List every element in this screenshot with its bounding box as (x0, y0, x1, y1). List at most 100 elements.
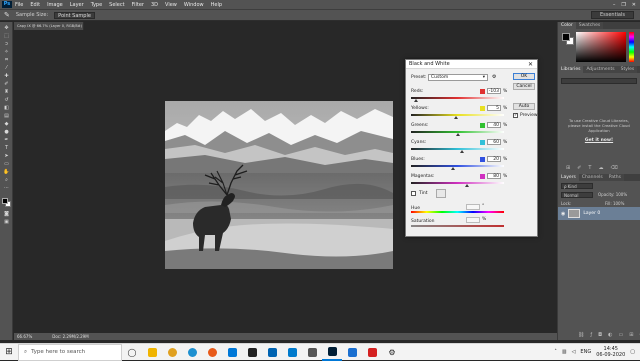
layer-opacity[interactable]: Opacity: 100% (598, 192, 627, 197)
move-tool-icon[interactable]: ✥ (3, 26, 10, 31)
tab-libraries[interactable]: Libraries (558, 66, 584, 73)
foreground-color-swatch[interactable] (2, 198, 8, 204)
new-group-icon[interactable]: ▭ (618, 332, 623, 338)
hue-field[interactable] (466, 204, 480, 210)
screen-mode-icon[interactable]: ▣ (3, 220, 10, 225)
tray-arrow-icon[interactable]: ˄ (554, 349, 557, 355)
eraser-tool-icon[interactable]: ◧ (3, 106, 10, 111)
cancel-button[interactable]: Cancel (513, 83, 535, 90)
marquee-tool-icon[interactable]: ⬚ (3, 34, 10, 39)
preview-check-icon[interactable]: ✓ (513, 113, 518, 118)
store-icon[interactable] (262, 344, 282, 361)
menu-layer[interactable]: Layer (70, 2, 84, 8)
channel-slider[interactable] (411, 165, 504, 167)
layer-style-icon[interactable]: ƒ (590, 332, 592, 338)
close-icon[interactable]: ✕ (528, 60, 533, 69)
get-it-now-link[interactable]: Get it now! (566, 138, 632, 143)
zoom-level[interactable]: 66.67% (17, 334, 32, 339)
eyedropper-tool-icon[interactable]: ✎ (4, 11, 10, 19)
hand-tool-icon[interactable]: ✋ (3, 170, 10, 175)
channel-value-input[interactable]: 80 (487, 173, 501, 179)
library-trash-icon[interactable]: ⌫ (610, 165, 617, 171)
gradient-tool-icon[interactable]: ▤ (3, 114, 10, 119)
settings-gear-icon[interactable]: ⚙ (382, 344, 402, 361)
path-select-icon[interactable]: ➤ (3, 154, 10, 159)
menu-type[interactable]: Type (91, 2, 102, 8)
channel-value-input[interactable]: -103 (487, 88, 501, 94)
menu-help[interactable]: Help (211, 2, 222, 8)
layers-kind-filter[interactable]: ρ Kind (561, 183, 593, 189)
quick-select-tool-icon[interactable]: ✧ (3, 50, 10, 55)
menu-image[interactable]: Image (47, 2, 63, 8)
clock[interactable]: 14:45 06-09-2020 (596, 346, 625, 358)
tab-styles[interactable]: Styles (617, 66, 638, 73)
history-brush-icon[interactable]: ↺ (3, 98, 10, 103)
mail-icon[interactable] (222, 344, 242, 361)
windows-start-icon[interactable]: ⊞ (0, 344, 18, 361)
menu-view[interactable]: View (165, 2, 177, 8)
eyedropper-icon[interactable]: ⁄ (3, 66, 10, 71)
channel-slider-knob[interactable] (453, 116, 458, 119)
notifications-icon[interactable]: ▢ (630, 349, 635, 355)
hue-slider[interactable] (411, 211, 504, 213)
channel-slider-knob[interactable] (464, 184, 469, 187)
dialog-titlebar[interactable]: Black and White ✕ (406, 60, 537, 69)
chrome-icon[interactable] (162, 344, 182, 361)
library-brush-icon[interactable]: ✐ (577, 165, 581, 171)
menu-file[interactable]: File (15, 2, 23, 8)
restore-button[interactable]: ❐ (621, 2, 625, 8)
taskbar-search-box[interactable]: ⌕ Type here to search (18, 343, 122, 361)
layer-row[interactable]: ◉ Layer 0 (558, 207, 640, 220)
tab-layers[interactable]: Layers (558, 174, 579, 181)
preset-dropdown[interactable]: Custom ▾ (428, 74, 488, 81)
channel-slider[interactable] (411, 182, 504, 184)
menu-3d[interactable]: 3D (151, 2, 158, 8)
adjustment-layer-icon[interactable]: ◐ (608, 332, 612, 338)
healing-brush-icon[interactable]: ✚ (3, 74, 10, 79)
network-icon[interactable]: ▥ (562, 349, 567, 355)
tab-swatches[interactable]: Swatches (575, 22, 604, 29)
type-tool-icon[interactable]: T (3, 146, 10, 151)
tab-adjustments[interactable]: Adjustments (583, 66, 618, 73)
tint-check-box[interactable] (411, 191, 416, 196)
channel-slider-knob[interactable] (413, 99, 418, 102)
channel-slider-knob[interactable] (455, 133, 460, 136)
firefox-icon[interactable] (202, 344, 222, 361)
hue-strip[interactable] (629, 32, 634, 62)
saturation-slider[interactable] (411, 225, 504, 227)
tab-color[interactable]: Color (558, 22, 576, 29)
ok-button[interactable]: OK (513, 73, 535, 80)
color-fg-swatch[interactable] (562, 33, 570, 41)
clone-stamp-icon[interactable]: ♜ (3, 90, 10, 95)
volume-icon[interactable]: ◁ (572, 349, 576, 355)
file-explorer-icon[interactable] (142, 344, 162, 361)
task-view-icon[interactable]: ◯ (122, 344, 142, 361)
pen-tool-icon[interactable]: ✒ (3, 138, 10, 143)
preset-options-gear-icon[interactable]: ⚙ (492, 74, 496, 80)
library-cloud-icon[interactable]: ☁ (598, 165, 603, 171)
menu-edit[interactable]: Edit (30, 2, 40, 8)
edge-icon[interactable] (182, 344, 202, 361)
layer-fill[interactable]: Fill: 100% (605, 201, 624, 206)
quick-mask-icon[interactable]: ◙ (3, 212, 10, 217)
layer-name[interactable]: Layer 0 (583, 211, 600, 216)
tint-color-swatch[interactable] (436, 189, 447, 198)
channel-slider-knob[interactable] (460, 150, 465, 153)
language-indicator[interactable]: ENG (580, 349, 591, 355)
vscode-icon[interactable] (282, 344, 302, 361)
auto-button[interactable]: Auto (513, 103, 535, 110)
channel-value-input[interactable]: 5 (487, 105, 501, 111)
pdf-reader-icon[interactable] (362, 344, 382, 361)
photoshop-taskbar-icon[interactable] (322, 344, 342, 361)
tab-channels[interactable]: Channels (578, 174, 606, 181)
media-player-icon[interactable] (342, 344, 362, 361)
tint-checkbox[interactable]: Tint (411, 189, 447, 198)
channel-slider[interactable] (411, 97, 504, 99)
blur-tool-icon[interactable]: ◆ (3, 122, 10, 127)
zoom-tool-icon[interactable]: ⌕ (3, 178, 10, 183)
notion-icon[interactable] (242, 344, 262, 361)
channel-slider[interactable] (411, 148, 504, 150)
lasso-tool-icon[interactable]: ↄ (3, 42, 10, 47)
more-tools-icon[interactable]: ⋯ (3, 186, 10, 191)
workspace-switcher[interactable]: Essentials (590, 11, 634, 19)
